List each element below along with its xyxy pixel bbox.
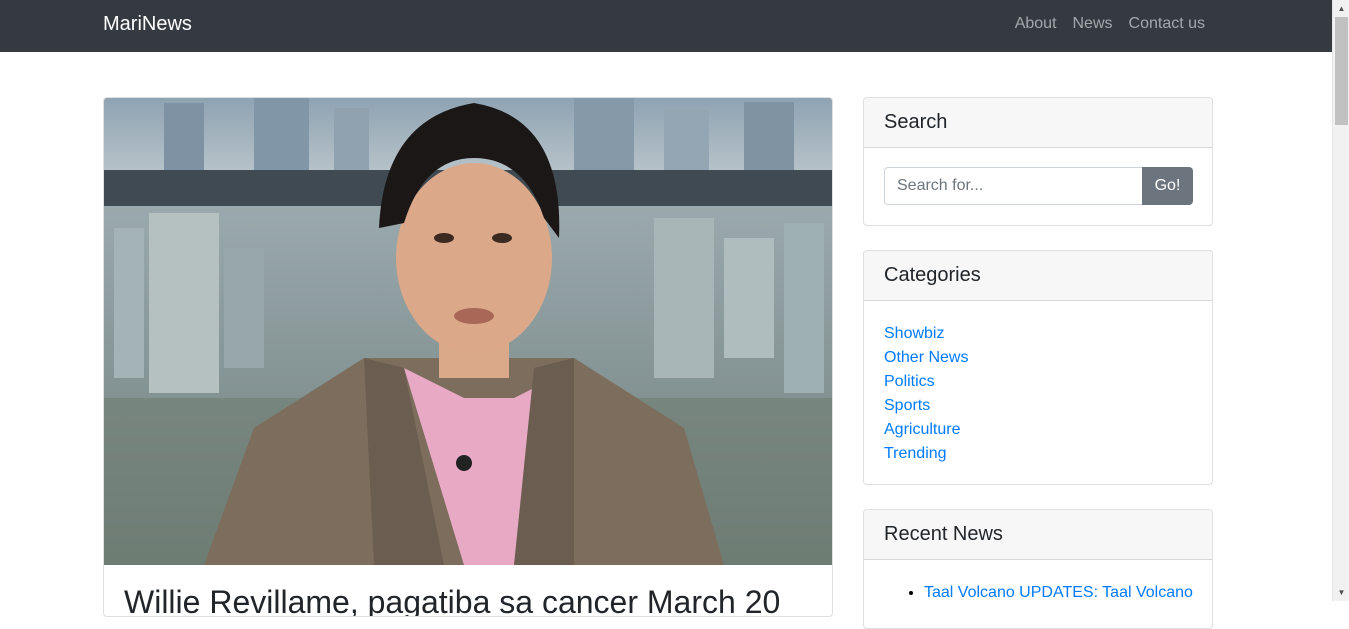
category-link-showbiz[interactable]: Showbiz <box>884 325 944 342</box>
recent-news-link[interactable]: Taal Volcano UPDATES: Taal Volcano <box>924 584 1193 601</box>
category-link-trending[interactable]: Trending <box>884 445 947 462</box>
search-input[interactable] <box>884 167 1142 205</box>
list-item: Agriculture <box>884 418 968 442</box>
search-go-button[interactable]: Go! <box>1142 167 1193 205</box>
list-item: Trending <box>884 442 968 466</box>
top-navbar: MariNews About News Contact us <box>0 0 1332 52</box>
categories-card: Categories Showbiz Other News Politics S… <box>863 250 1213 485</box>
category-link-agriculture[interactable]: Agriculture <box>884 421 960 438</box>
post-image[interactable] <box>104 98 832 565</box>
list-item: Taal Volcano UPDATES: Taal Volcano <box>924 581 1194 605</box>
search-card-header: Search <box>864 98 1212 148</box>
brand-logo-link[interactable]: MariNews <box>103 13 192 36</box>
recent-news-list: Taal Volcano UPDATES: Taal Volcano <box>924 581 1194 605</box>
category-list: Showbiz Other News Politics Sports Agric… <box>884 322 968 466</box>
nav-links: About News Contact us <box>1015 15 1205 33</box>
category-link-sports[interactable]: Sports <box>884 397 930 414</box>
nav-link-contact[interactable]: Contact us <box>1129 15 1205 33</box>
categories-card-header: Categories <box>864 251 1212 301</box>
recent-news-card: Recent News Taal Volcano UPDATES: Taal V… <box>863 509 1213 629</box>
nav-link-news[interactable]: News <box>1073 15 1113 33</box>
scroll-down-arrow-icon[interactable]: ▼ <box>1333 584 1349 601</box>
search-card: Search Go! <box>863 97 1213 226</box>
list-item: Showbiz <box>884 322 968 346</box>
category-link-politics[interactable]: Politics <box>884 373 935 390</box>
list-item: Sports <box>884 394 968 418</box>
scrollbar-thumb[interactable] <box>1335 17 1348 125</box>
featured-post-card: Willie Revillame, pagatiba sa cancer Mar… <box>103 97 833 617</box>
list-item: Other News <box>884 346 968 370</box>
recent-news-card-header: Recent News <box>864 510 1212 560</box>
search-group: Go! <box>884 167 1193 205</box>
scroll-up-arrow-icon[interactable]: ▲ <box>1333 0 1349 17</box>
list-item: Politics <box>884 370 968 394</box>
page-scrollbar[interactable]: ▲ ▼ <box>1332 0 1349 601</box>
category-link-other-news[interactable]: Other News <box>884 349 968 366</box>
nav-link-about[interactable]: About <box>1015 15 1057 33</box>
